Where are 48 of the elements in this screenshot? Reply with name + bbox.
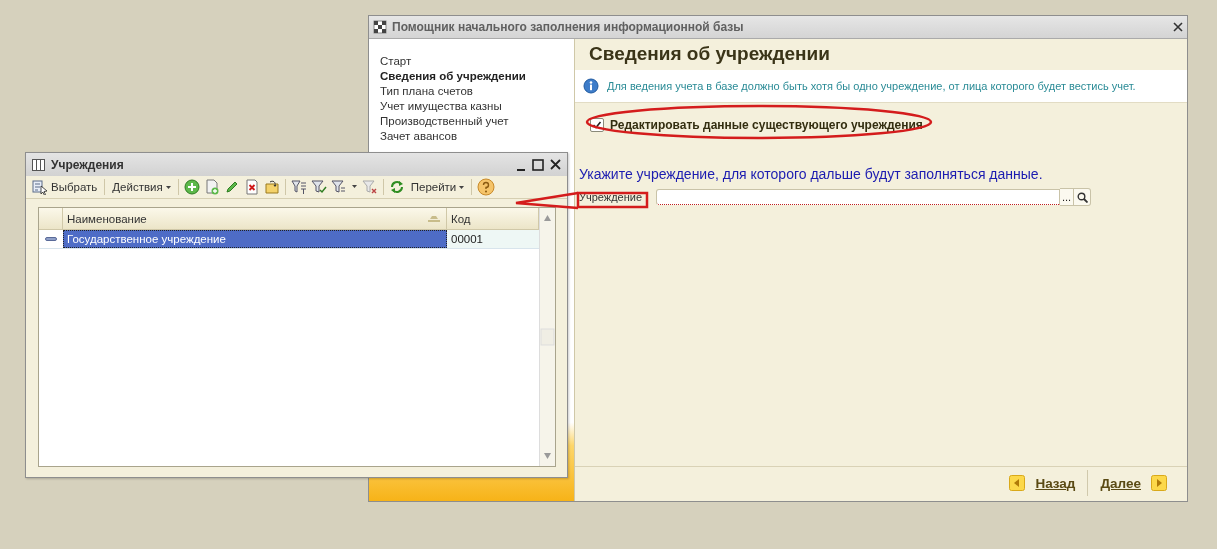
page-heading: Сведения об учреждении	[589, 43, 831, 66]
search-button[interactable]	[1074, 188, 1091, 206]
info-icon	[583, 78, 599, 94]
filter-clear-icon[interactable]	[361, 179, 378, 195]
filter-check-icon[interactable]	[310, 179, 327, 195]
close-icon[interactable]	[1173, 22, 1183, 32]
actions-menu[interactable]: Действия	[110, 177, 173, 197]
window-title: Учреждения	[51, 157, 125, 172]
step-item[interactable]: Производственный учет	[369, 114, 574, 129]
window-title: Помощник начального заполнения информационной базы	[392, 20, 745, 34]
step-item[interactable]: Сведения об учреждении	[369, 69, 574, 84]
delete-icon[interactable]	[243, 179, 260, 195]
caret-icon[interactable]	[165, 185, 171, 189]
scroll-thumb[interactable]	[540, 327, 555, 347]
choice-button[interactable]: ...	[1060, 188, 1074, 206]
next-link[interactable]: Далее	[1100, 475, 1141, 491]
step-item[interactable]: Зачет авансов	[369, 129, 574, 144]
input-field[interactable]	[656, 189, 1060, 205]
filter-list-icon[interactable]	[290, 179, 307, 195]
pointer-list-icon	[32, 179, 48, 195]
item-icon	[45, 237, 57, 241]
table-row[interactable]: Государственное учреждение 00001	[39, 230, 539, 249]
go-to-menu[interactable]: Перейти	[408, 177, 467, 197]
checkbox-label[interactable]: Редактировать данные существующего учреждения	[610, 118, 923, 132]
back-link[interactable]: Назад	[1035, 475, 1076, 491]
caret-icon[interactable]	[459, 185, 465, 189]
prompt-text: Укажите учреждение, для которого дальше будут заполняться данные.	[579, 166, 1044, 182]
checkered-flag-icon	[373, 20, 387, 34]
scrollbar[interactable]	[539, 208, 555, 466]
search-icon	[1076, 191, 1088, 203]
help-icon[interactable]	[477, 178, 496, 196]
filter-menu-icon[interactable]	[330, 179, 347, 195]
field-label: Учреждение	[579, 191, 644, 203]
table-cell: 00001	[447, 230, 539, 248]
info-text: Для ведения учета в базе должно быть хотя бы одно учреждение, от лица которого будет вестись учет.	[607, 80, 1136, 92]
add-icon[interactable]	[183, 179, 200, 195]
step-item[interactable]: Учет имущества казны	[369, 99, 574, 114]
table-icon	[32, 158, 45, 171]
refresh-icon[interactable]	[388, 179, 405, 195]
table-cell: Государственное учреждение	[63, 230, 447, 248]
folder-arrow-icon[interactable]	[263, 179, 280, 195]
step-item[interactable]: Старт	[369, 54, 574, 69]
maximize-icon[interactable]	[532, 158, 544, 171]
select-button[interactable]: Выбрать	[30, 177, 100, 197]
step-item[interactable]: Тип плана счетов	[369, 84, 574, 99]
column-header[interactable]: Наименование	[63, 208, 447, 229]
close-icon[interactable]	[550, 159, 561, 170]
pencil-icon[interactable]	[223, 179, 240, 195]
